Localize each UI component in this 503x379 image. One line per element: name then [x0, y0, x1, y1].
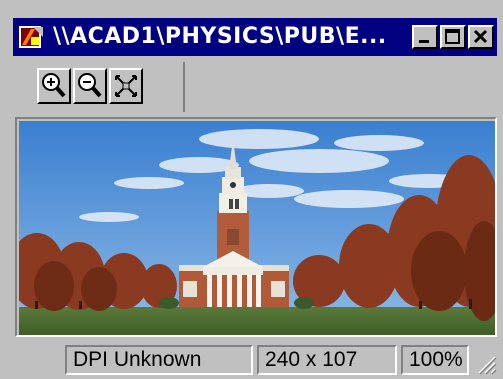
resize-grip-icon[interactable] — [475, 353, 497, 375]
status-bar: DPI Unknown 240 x 107 100% — [13, 341, 497, 377]
close-button[interactable] — [468, 25, 494, 49]
toolbar — [13, 58, 497, 116]
status-dpi: DPI Unknown — [65, 345, 253, 375]
maximize-button[interactable] — [440, 25, 466, 49]
status-zoom: 100% — [401, 345, 469, 375]
zoom-in-icon — [42, 73, 66, 98]
minimize-icon — [419, 40, 429, 43]
maximize-icon — [445, 29, 460, 44]
fit-to-window-icon — [115, 75, 137, 97]
toolbar-panel — [23, 62, 185, 112]
zoom-out-icon — [78, 73, 102, 98]
status-dimensions: 240 x 107 — [257, 345, 397, 375]
title-bar[interactable]: \\ACAD1\PHYSICS\PUB\E... — [13, 18, 497, 56]
minimize-button[interactable] — [412, 25, 438, 49]
fit-to-window-button[interactable] — [109, 68, 143, 104]
campus-building-photo — [19, 121, 495, 335]
zoom-in-button[interactable] — [37, 68, 71, 104]
zoom-out-button[interactable] — [73, 68, 107, 104]
window-title: \\ACAD1\PHYSICS\PUB\E... — [53, 24, 387, 49]
image-viewport[interactable] — [15, 117, 497, 337]
close-icon — [473, 29, 488, 44]
image-viewer-window: \\ACAD1\PHYSICS\PUB\E... DPI Unknown 240… — [0, 0, 503, 379]
app-icon[interactable] — [17, 23, 45, 51]
